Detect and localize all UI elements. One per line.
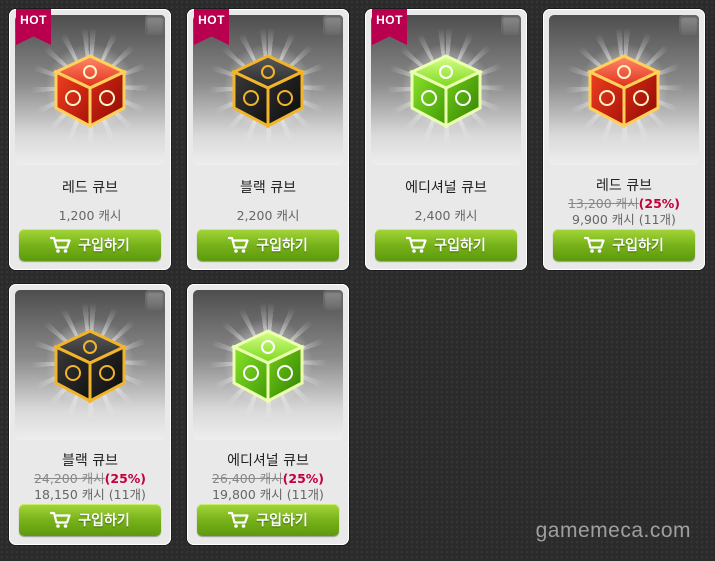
product-card-black-cube-bundle[interactable]: 블랙 큐브 24,200 캐시(25%) 18,150 캐시 (11개) 구입하…: [9, 284, 171, 545]
buy-button[interactable]: 구입하기: [19, 229, 161, 261]
product-name: 블랙 큐브: [240, 180, 296, 196]
cart-icon: [228, 511, 249, 528]
buy-button-label: 구입하기: [78, 238, 130, 254]
cart-icon: [50, 511, 71, 528]
buy-button[interactable]: 구입하기: [197, 504, 339, 536]
black-cube-icon: [52, 329, 128, 404]
product-name: 레드 큐브: [62, 180, 118, 196]
green-cube-icon: [408, 54, 484, 129]
buy-button[interactable]: 구입하기: [197, 229, 339, 261]
red-cube-icon: [52, 54, 128, 129]
product-card-additional-cube[interactable]: HOT 에디셔널 큐브 2,400 캐시 구입하기: [365, 9, 527, 270]
select-checkbox[interactable]: [145, 290, 165, 310]
select-checkbox[interactable]: [323, 290, 343, 310]
buy-button[interactable]: 구입하기: [553, 229, 695, 261]
bundle-price: 9,900 캐시 (11개): [572, 212, 676, 227]
select-checkbox[interactable]: [501, 15, 521, 35]
buy-button[interactable]: 구입하기: [375, 229, 517, 261]
product-name: 에디셔널 큐브: [227, 453, 309, 469]
cart-icon: [228, 236, 249, 253]
product-price: 2,400 캐시: [414, 208, 478, 223]
red-cube-icon: [586, 54, 662, 129]
green-cube-icon: [230, 329, 306, 404]
product-card-red-cube-bundle[interactable]: 레드 큐브 13,200 캐시(25%) 9,900 캐시 (11개) 구입하기: [543, 9, 705, 270]
bundle-price: 18,150 캐시 (11개): [34, 487, 146, 502]
buy-button[interactable]: 구입하기: [19, 504, 161, 536]
product-image: [15, 290, 165, 440]
cart-icon: [406, 236, 427, 253]
cart-icon: [50, 236, 71, 253]
select-checkbox[interactable]: [323, 15, 343, 35]
watermark: gamemeca.com: [535, 519, 691, 542]
product-name: 레드 큐브: [596, 178, 652, 194]
product-price: 2,200 캐시: [236, 208, 300, 223]
select-checkbox[interactable]: [679, 15, 699, 35]
product-name: 에디셔널 큐브: [405, 180, 487, 196]
buy-button-label: 구입하기: [256, 238, 308, 254]
buy-button-label: 구입하기: [256, 513, 308, 529]
product-price: 1,200 캐시: [58, 208, 122, 223]
product-image: [549, 15, 699, 165]
buy-button-label: 구입하기: [78, 513, 130, 529]
buy-button-label: 구입하기: [612, 238, 664, 254]
product-image: [193, 290, 343, 440]
select-checkbox[interactable]: [145, 15, 165, 35]
bundle-price: 19,800 캐시 (11개): [212, 487, 324, 502]
cart-icon: [584, 236, 605, 253]
product-card-additional-cube-bundle[interactable]: 에디셔널 큐브 26,400 캐시(25%) 19,800 캐시 (11개) 구…: [187, 284, 349, 545]
product-card-black-cube[interactable]: HOT 블랙 큐브 2,200 캐시 구입하기: [187, 9, 349, 270]
product-name: 블랙 큐브: [62, 453, 118, 469]
buy-button-label: 구입하기: [434, 238, 486, 254]
product-card-red-cube[interactable]: HOT 레드 큐브 1,200 캐시 구입하기: [9, 9, 171, 270]
black-cube-icon: [230, 54, 306, 129]
